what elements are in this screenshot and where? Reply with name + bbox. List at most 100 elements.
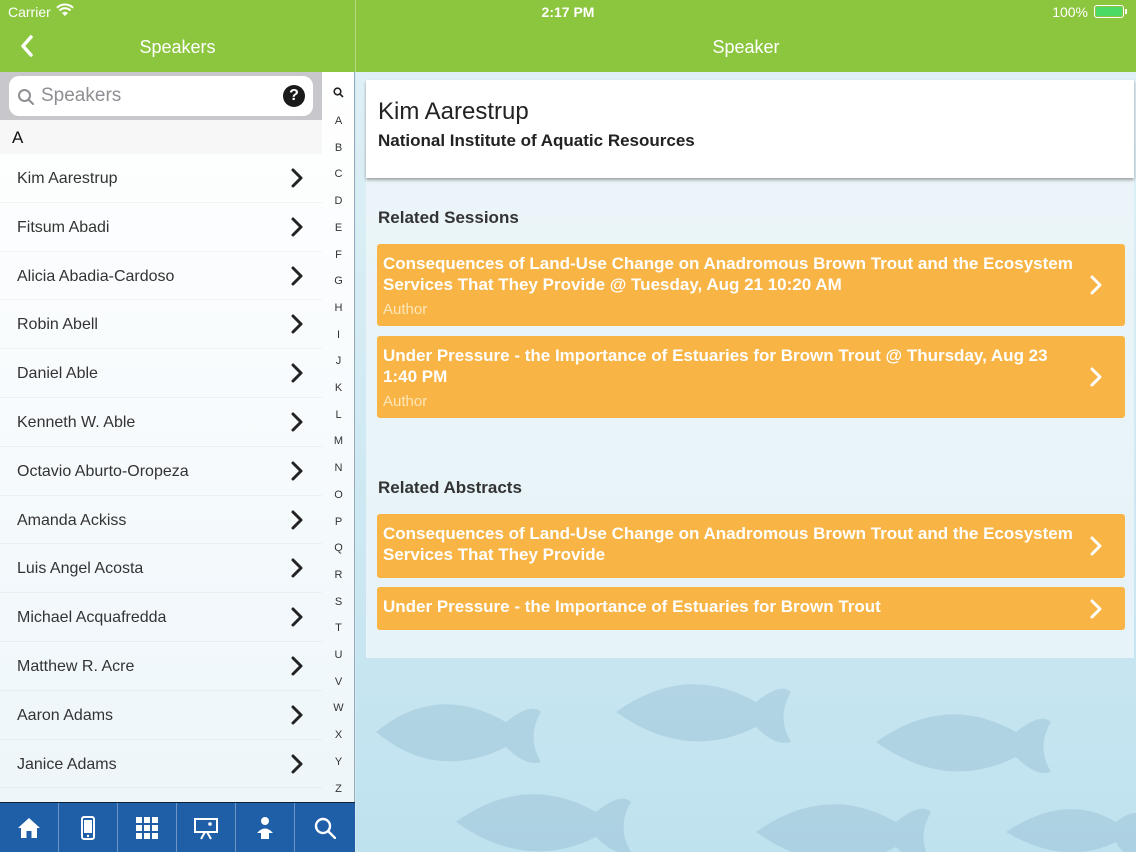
- index-letter[interactable]: C: [322, 168, 354, 180]
- tab-search[interactable]: [295, 803, 354, 852]
- search-bar: ?: [0, 72, 322, 120]
- index-letter[interactable]: N: [322, 462, 354, 474]
- chevron-right-icon: [1090, 536, 1102, 556]
- speaker-organization: National Institute of Aquatic Resources: [378, 131, 695, 150]
- speaker-name: Kim Aarestrup: [17, 170, 118, 187]
- index-letter[interactable]: L: [322, 409, 354, 421]
- chevron-right-icon: [291, 510, 303, 530]
- chevron-right-icon: [291, 558, 303, 578]
- battery-icon: [1094, 5, 1127, 18]
- navigation-bar: Carrier 2:17 PM 100% Speakers Speaker: [0, 0, 1136, 72]
- speakers-nav-title: Speakers: [139, 37, 216, 57]
- speaker-name: Robin Abell: [17, 316, 98, 334]
- related-session-card[interactable]: Consequences of Land-Use Change on Anadr…: [377, 244, 1125, 326]
- tab-presentation[interactable]: [177, 803, 236, 852]
- index-letter[interactable]: O: [322, 489, 354, 501]
- index-letter[interactable]: R: [322, 569, 354, 581]
- tab-home[interactable]: [0, 803, 59, 852]
- speaker-name: Aaron Adams: [17, 706, 114, 724]
- grid-icon: [136, 817, 158, 839]
- speaker-row[interactable]: Kim Aarestrup: [0, 154, 322, 203]
- speaker-header-card: Kim Aarestrup National Institute of Aqua…: [366, 80, 1134, 178]
- battery-percent: 100%: [1052, 4, 1088, 20]
- speaker-row[interactable]: Alicia Abadia-Cardoso: [0, 252, 322, 301]
- section-header: A: [0, 120, 322, 154]
- search-icon: [18, 89, 34, 105]
- fish-background-pattern: [376, 684, 1136, 852]
- speaker-row[interactable]: Aaron Adams: [0, 691, 322, 740]
- speaker-row[interactable]: Janice Adams: [0, 740, 322, 789]
- chevron-right-icon: [291, 754, 303, 774]
- presentation-icon: [194, 818, 218, 840]
- index-letter[interactable]: S: [322, 596, 354, 608]
- speaker-nav-title: Speaker: [712, 37, 780, 57]
- index-search-icon[interactable]: [333, 87, 344, 98]
- index-letter[interactable]: A: [322, 115, 354, 127]
- speaker-name: Luis Angel Acosta: [17, 560, 144, 578]
- speaker-name: Alicia Abadia-Cardoso: [17, 267, 175, 285]
- nav-divider: [355, 0, 356, 72]
- index-letter[interactable]: Y: [322, 756, 354, 768]
- help-icon[interactable]: ?: [283, 85, 305, 107]
- index-letter[interactable]: D: [322, 195, 354, 207]
- index-letter[interactable]: J: [322, 355, 354, 367]
- related-session-card[interactable]: Under Pressure - the Importance of Estua…: [377, 336, 1125, 418]
- index-letter[interactable]: V: [322, 676, 354, 688]
- session-role: Author: [383, 393, 428, 410]
- chevron-right-icon: [1090, 599, 1102, 619]
- tab-bar: [0, 802, 355, 852]
- session-role: Author: [383, 301, 428, 318]
- search-input[interactable]: [41, 82, 271, 110]
- mobile-icon: [81, 816, 95, 840]
- index-letter[interactable]: P: [322, 516, 354, 528]
- index-letter[interactable]: U: [322, 649, 354, 661]
- index-letter[interactable]: M: [322, 435, 354, 447]
- index-letter[interactable]: H: [322, 302, 354, 314]
- tab-mobile[interactable]: [59, 803, 118, 852]
- index-letter[interactable]: Q: [322, 542, 354, 554]
- index-letter[interactable]: W: [322, 702, 354, 714]
- speaker-row[interactable]: Amanda Ackiss: [0, 496, 322, 545]
- speaker-row[interactable]: Kenneth W. Able: [0, 398, 322, 447]
- index-letter[interactable]: T: [322, 622, 354, 634]
- index-letter[interactable]: E: [322, 222, 354, 234]
- chevron-right-icon: [291, 314, 303, 334]
- speaker-row[interactable]: Michael Acquafredda: [0, 593, 322, 642]
- chevron-right-icon: [1090, 367, 1102, 387]
- speaker-row[interactable]: Robin Abell: [0, 300, 322, 349]
- index-letter[interactable]: F: [322, 249, 354, 261]
- index-letter[interactable]: G: [322, 275, 354, 287]
- speaker-name: Amanda Ackiss: [17, 511, 127, 529]
- clock: 2:17 PM: [541, 4, 595, 20]
- chevron-right-icon: [291, 168, 303, 188]
- index-letter[interactable]: X: [322, 729, 354, 741]
- related-abstract-card[interactable]: Consequences of Land-Use Change on Anadr…: [377, 514, 1125, 578]
- index-letter[interactable]: K: [322, 382, 354, 394]
- speaker-row[interactable]: Matthew R. Acre: [0, 642, 322, 691]
- tab-speaker[interactable]: [236, 803, 295, 852]
- status-bar: Carrier 2:17 PM 100%: [0, 0, 1136, 24]
- speaker-name: Daniel Able: [17, 365, 98, 383]
- speaker-name: Kenneth W. Able: [17, 413, 136, 431]
- speaker-content: Kim Aarestrup National Institute of Aqua…: [366, 80, 1134, 658]
- speaker-row[interactable]: Daniel Able: [0, 349, 322, 398]
- alphabet-index[interactable]: A B C D E F G H I J K L M N O P Q R S T U V W X Y Z: [322, 72, 354, 802]
- speaker-name: Octavio Aburto-Oropeza: [17, 462, 189, 480]
- index-letter[interactable]: I: [322, 329, 354, 341]
- search-icon: [314, 817, 336, 839]
- index-letter[interactable]: B: [322, 142, 354, 154]
- session-title: Under Pressure - the Importance of Estua…: [383, 346, 1048, 386]
- speaker-name: Matthew R. Acre: [17, 657, 135, 675]
- tab-grid[interactable]: [118, 803, 177, 852]
- section-letter: A: [12, 128, 24, 147]
- speaker-name: Kim Aarestrup: [378, 98, 529, 125]
- abstract-title: Consequences of Land-Use Change on Anadr…: [383, 524, 1073, 564]
- speaker-row[interactable]: Luis Angel Acosta: [0, 544, 322, 593]
- related-abstract-card[interactable]: Under Pressure - the Importance of Estua…: [377, 587, 1125, 630]
- related-abstracts-title: Related Abstracts: [378, 478, 522, 497]
- speaker-row[interactable]: Fitsum Abadi: [0, 203, 322, 252]
- related-sessions-title: Related Sessions: [378, 208, 519, 227]
- index-letter[interactable]: Z: [322, 783, 354, 795]
- session-title: Consequences of Land-Use Change on Anadr…: [383, 254, 1073, 294]
- speaker-row[interactable]: Octavio Aburto-Oropeza: [0, 447, 322, 496]
